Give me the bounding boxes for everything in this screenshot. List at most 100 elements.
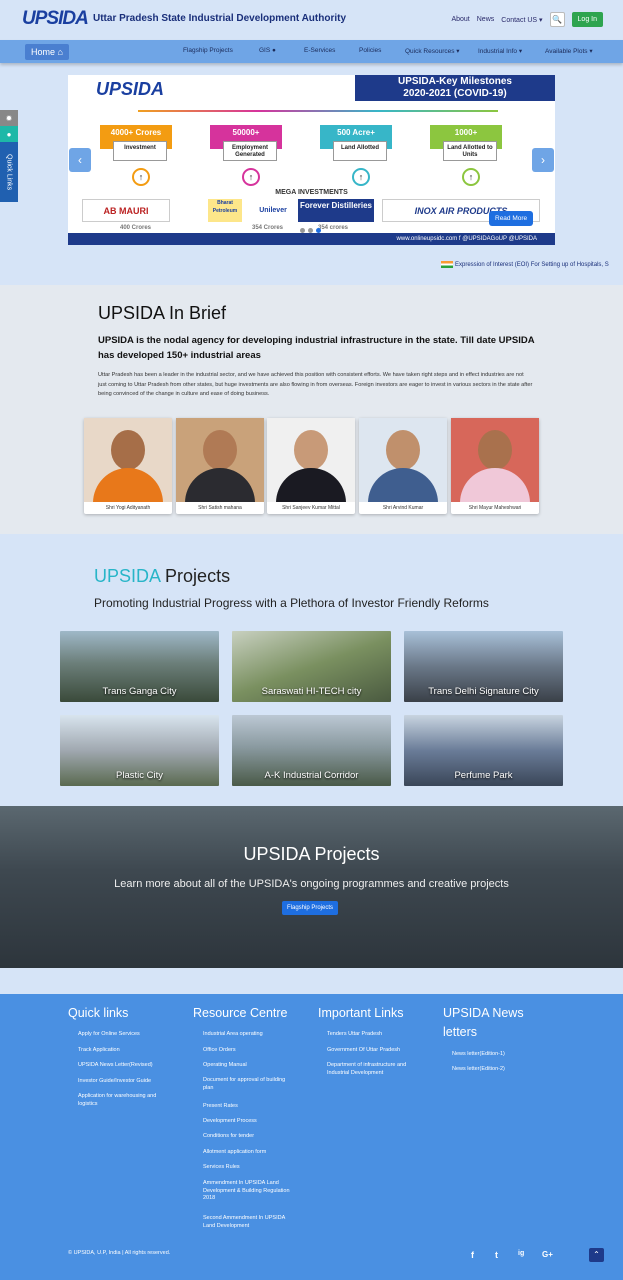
home-icon: ⌂ bbox=[57, 47, 63, 57]
contact-us-link[interactable]: Contact US ▾ bbox=[501, 16, 542, 24]
carousel-indicators[interactable] bbox=[300, 228, 321, 233]
project-card-ak-corridor[interactable]: A-K Industrial Corridor bbox=[232, 715, 391, 786]
milestone-land-label: Land Allotted bbox=[333, 141, 387, 161]
brief-paragraph: Uttar Pradesh has been a leader in the i… bbox=[98, 372, 533, 397]
milestone-employment-label: Employment Generated bbox=[223, 141, 277, 161]
projects-title: UPSIDA Projects bbox=[94, 566, 230, 587]
person-card: Shri Arvind Kumar bbox=[359, 418, 447, 514]
nav-flagship-projects[interactable]: Flagship Projects bbox=[183, 47, 233, 54]
project-label: Trans Delhi Signature City bbox=[428, 686, 539, 697]
crore-value: 354 crores bbox=[318, 225, 349, 231]
footer-quick-links-title: Quick links bbox=[68, 1006, 129, 1020]
footer-link[interactable]: Operating Manual bbox=[203, 1062, 247, 1070]
project-card-trans-ganga[interactable]: Trans Ganga City bbox=[60, 631, 219, 702]
footer-link[interactable]: Ammendment In UPSIDA Land Development & … bbox=[203, 1180, 295, 1203]
up-arrow-icon: ↑ bbox=[352, 168, 370, 186]
nav-gis-label: GIS bbox=[259, 47, 271, 54]
brief-section: UPSIDA In Brief UPSIDA is the nodal agen… bbox=[0, 285, 623, 534]
nav-e-services[interactable]: E-Services bbox=[304, 47, 335, 54]
facebook-icon[interactable]: f bbox=[471, 1250, 474, 1260]
footer-link[interactable]: Tenders Uttar Pradesh bbox=[327, 1031, 382, 1039]
project-card-plastic-city[interactable]: Plastic City bbox=[60, 715, 219, 786]
footer-link[interactable]: News letter(Edition-2) bbox=[452, 1066, 505, 1074]
footer-link[interactable]: Office Orders bbox=[203, 1047, 236, 1055]
footer-link[interactable]: Conditions for tender bbox=[203, 1133, 254, 1141]
footer-link[interactable]: Track Application bbox=[78, 1047, 120, 1055]
quick-links-label[interactable]: Quick Links bbox=[0, 142, 18, 202]
footer-link[interactable]: Document for approval of building plan bbox=[203, 1077, 291, 1092]
footer-link[interactable]: Department of infrastructure and Industr… bbox=[327, 1062, 419, 1077]
footer-link[interactable]: Government Of Uttar Pradesh bbox=[327, 1047, 400, 1055]
google-plus-icon[interactable]: G+ bbox=[542, 1250, 553, 1259]
footer-link[interactable]: Present Rates bbox=[203, 1103, 238, 1111]
hero-carousel: UPSIDA UPSIDA-Key Milestones 2020-2021 (… bbox=[68, 75, 555, 245]
home-button[interactable]: Home ⌂ bbox=[25, 44, 69, 60]
nav-available-plots[interactable]: Available Plots ▾ bbox=[545, 47, 593, 55]
footer-link[interactable]: News letter(Edition-1) bbox=[452, 1051, 505, 1059]
footer-link[interactable]: Second Ammendment In UPSIDA Land Develop… bbox=[203, 1215, 291, 1230]
project-card-trans-delhi[interactable]: Trans Delhi Signature City bbox=[404, 631, 563, 702]
project-label: Perfume Park bbox=[454, 770, 513, 781]
quick-links-tab[interactable]: ✹ ● Quick Links bbox=[0, 110, 18, 208]
back-to-top-button[interactable]: ⌃ bbox=[589, 1248, 604, 1262]
carousel-banner: UPSIDA UPSIDA-Key Milestones 2020-2021 (… bbox=[68, 75, 555, 101]
banner-subtitle: Learn more about all of the UPSIDA's ong… bbox=[114, 878, 509, 890]
read-more-button[interactable]: Read More bbox=[489, 211, 534, 226]
bell-icon[interactable]: ● bbox=[0, 126, 18, 142]
up-arrow-icon: ↑ bbox=[242, 168, 260, 186]
carousel-next-button[interactable]: › bbox=[532, 148, 554, 172]
upsida-logo[interactable]: UPSIDA bbox=[22, 8, 89, 30]
news-link[interactable]: News bbox=[477, 16, 495, 23]
footer: Quick links Apply for Online Services Tr… bbox=[0, 994, 623, 1280]
news-ticker[interactable]: Expression of Interest (EOI) For Setting… bbox=[441, 261, 623, 268]
up-arrow-icon: ↑ bbox=[132, 168, 150, 186]
brand-bharat-petroleum: Bharat Petroleum bbox=[208, 199, 242, 222]
project-label: Saraswati HI-TECH city bbox=[261, 686, 362, 697]
footer-link[interactable]: Development Process bbox=[203, 1118, 257, 1126]
login-button[interactable]: Log In bbox=[571, 12, 603, 27]
brand-ab-mauri: AB MAURI bbox=[82, 199, 170, 222]
org-name: Uttar Pradesh State Industrial Developme… bbox=[93, 13, 347, 24]
up-arrow-icon: ↑ bbox=[462, 168, 480, 186]
person-name: Shri Arvind Kumar bbox=[382, 505, 424, 511]
milestone-units-label: Land Allotted to Units bbox=[443, 141, 497, 161]
nav-industrial-info[interactable]: Industrial Info ▾ bbox=[478, 47, 522, 55]
search-icon[interactable]: 🔍 bbox=[549, 12, 565, 27]
indicator-dot[interactable] bbox=[308, 228, 313, 233]
milestone-line bbox=[138, 110, 498, 112]
footer-link[interactable]: Industrial Area operating bbox=[203, 1031, 263, 1039]
gear-icon[interactable]: ✹ bbox=[0, 110, 18, 126]
top-links: About News Contact US ▾ 🔍 Log In bbox=[451, 12, 603, 27]
instagram-icon[interactable]: ig bbox=[518, 1250, 524, 1257]
nav-policies[interactable]: Policies bbox=[359, 47, 381, 54]
footer-resource-centre-title: Resource Centre bbox=[193, 1006, 288, 1020]
projects-subtitle: Promoting Industrial Progress with a Ple… bbox=[94, 596, 489, 610]
copyright: © UPSIDA, U.P, India | All rights reserv… bbox=[68, 1250, 171, 1256]
nav-gis[interactable]: GIS ● bbox=[259, 47, 276, 54]
person-name: Shri Sanjeev Kumar Mittal bbox=[282, 505, 340, 511]
indicator-dot[interactable] bbox=[316, 228, 321, 233]
carousel-prev-button[interactable]: ‹ bbox=[69, 148, 91, 172]
indicator-dot[interactable] bbox=[300, 228, 305, 233]
projects-section: UPSIDA Projects Promoting Industrial Pro… bbox=[0, 534, 623, 806]
footer-link[interactable]: Services Rules bbox=[203, 1164, 240, 1172]
person-card: Shri Mayur Maheshwari bbox=[451, 418, 539, 514]
footer-link[interactable]: Investor Guide/Investor Guide bbox=[78, 1078, 151, 1086]
about-link[interactable]: About bbox=[451, 16, 469, 23]
flagship-projects-button[interactable]: Flagship Projects bbox=[282, 901, 339, 915]
carousel-footer: www.onlineupsidc.com f @UPSIDAGoUP @UPSI… bbox=[68, 233, 555, 245]
twitter-icon[interactable]: t bbox=[495, 1250, 498, 1260]
brand-unilever: Unilever bbox=[259, 207, 287, 214]
india-flag-icon bbox=[441, 261, 453, 268]
projects-title-rest: Projects bbox=[165, 566, 231, 586]
project-card-perfume-park[interactable]: Perfume Park bbox=[404, 715, 563, 786]
crore-value: 354 Crores bbox=[252, 225, 284, 231]
project-card-saraswati[interactable]: Saraswati HI-TECH city bbox=[232, 631, 391, 702]
main-nav: Home ⌂ Flagship Projects GIS ● E-Service… bbox=[0, 40, 623, 63]
footer-link[interactable]: Apply for Online Services bbox=[78, 1031, 140, 1039]
nav-quick-resources[interactable]: Quick Resources ▾ bbox=[405, 47, 460, 55]
footer-link[interactable]: Application for warehousing and logistic… bbox=[78, 1093, 168, 1108]
person-card: Shri Satish mahana bbox=[176, 418, 264, 514]
footer-link[interactable]: UPSIDA News Letter(Revised) bbox=[78, 1062, 153, 1070]
footer-link[interactable]: Allotment application form bbox=[203, 1149, 266, 1157]
